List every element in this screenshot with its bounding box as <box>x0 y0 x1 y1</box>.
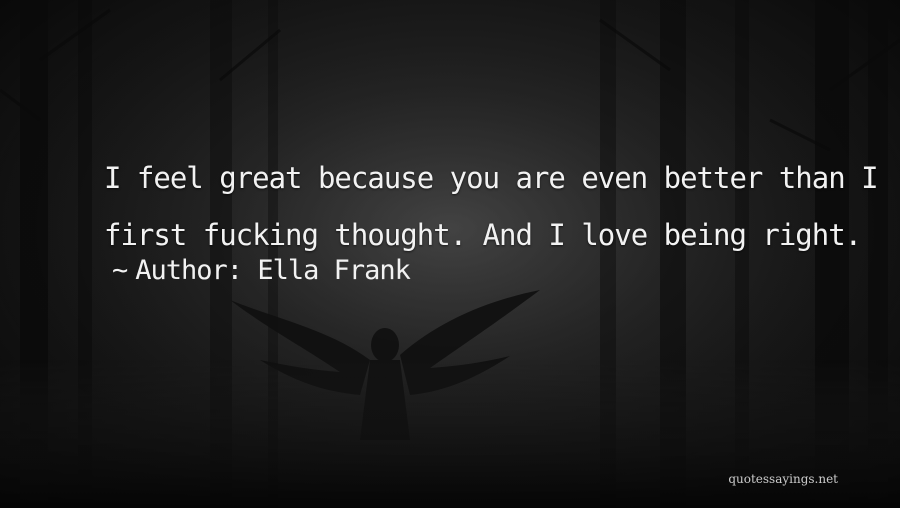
quote-image: I feel great because you are even better… <box>0 0 900 508</box>
site-watermark: quotessayings.net <box>728 472 838 486</box>
quote-text: I feel great because you are even better… <box>104 150 879 264</box>
author-credit: ~ Author: Ella Frank <box>112 255 411 286</box>
author-label: Author: <box>135 255 243 286</box>
author-name: Ella Frank <box>257 255 411 286</box>
quote-line-1: I feel great because you are even better… <box>104 161 879 195</box>
tilde-icon: ~ <box>112 255 128 286</box>
